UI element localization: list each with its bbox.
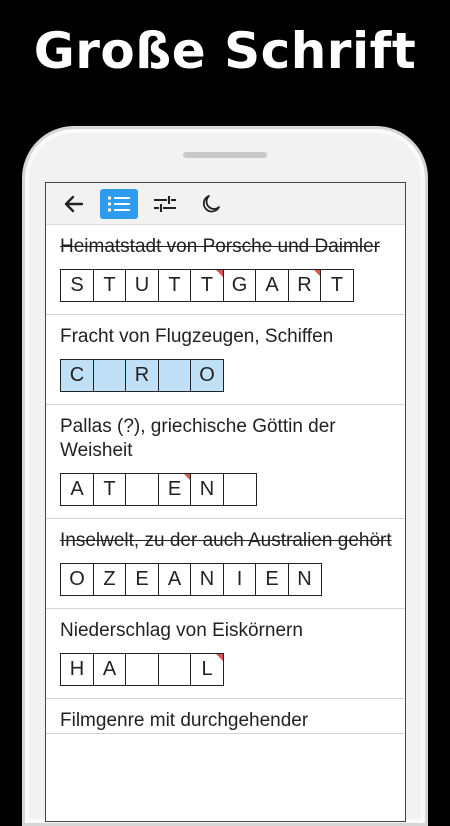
clue-item[interactable]: Niederschlag von Eiskörnern H A L [46, 609, 405, 699]
clue-item[interactable]: Heimatstadt von Porsche und Daimler S T U T T… [46, 225, 405, 315]
letter-cell[interactable]: Z [92, 563, 127, 596]
clue-item[interactable]: Inselwelt, zu der auch Australien gehört… [46, 519, 405, 609]
clue-item[interactable]: Filmgenre mit durchgehender [46, 699, 405, 734]
letter-cell[interactable] [157, 653, 192, 686]
letter-cell[interactable] [125, 473, 159, 506]
answer-cells: CRO [60, 359, 405, 392]
settings-button[interactable] [146, 189, 184, 219]
letter-cell[interactable] [92, 359, 127, 392]
letter-cell[interactable]: T [92, 269, 127, 302]
clue-text: Pallas (?), griechische Göttin der Weish… [60, 416, 336, 461]
clue-text: Niederschlag von Eiskörnern [60, 620, 303, 641]
sliders-icon [154, 195, 176, 212]
letter-cell[interactable]: I [222, 563, 257, 596]
app-screen: Heimatstadt von Porsche und Daimler S T U T T… [45, 182, 406, 822]
letter-cell[interactable]: N [190, 563, 224, 596]
letter-cell[interactable]: A [92, 653, 127, 686]
letter-cell[interactable] [157, 359, 192, 392]
letter-cell[interactable]: T [157, 269, 192, 302]
clue-list: Heimatstadt von Porsche und Daimler S T U T T… [46, 225, 405, 734]
clue-text: Fracht von Flugzeugen, Schiffen [60, 326, 334, 347]
arrow-left-icon [64, 195, 84, 212]
letter-cell[interactable]: N [190, 473, 224, 506]
clue-item[interactable]: Pallas (?), griechische Göttin der Weish… [46, 405, 405, 519]
letter-cell[interactable]: S [60, 269, 94, 302]
phone-speaker [183, 152, 267, 158]
letter-cell[interactable]: G [222, 269, 257, 302]
letter-cell[interactable]: T [190, 269, 224, 302]
letter-cell[interactable]: T [92, 473, 127, 506]
letter-cell[interactable]: T [320, 269, 354, 302]
answer-cells: STUTTGART [60, 269, 405, 302]
headline: Große Schrift [33, 22, 417, 80]
toolbar [46, 183, 405, 225]
list-icon [108, 196, 130, 211]
letter-cell[interactable]: A [255, 269, 289, 302]
letter-cell[interactable]: O [190, 359, 224, 392]
clue-text: Inselwelt, zu der auch Australien gehört [60, 530, 392, 551]
letter-cell[interactable]: R [125, 359, 159, 392]
back-button[interactable] [54, 189, 92, 219]
answer-cells: HA L [60, 653, 405, 686]
clue-text: Heimatstadt von Porsche und Daimler [60, 236, 380, 257]
letter-cell[interactable] [125, 653, 159, 686]
answer-cells: OZEANIEN [60, 563, 405, 596]
letter-cell[interactable]: C [60, 359, 94, 392]
letter-cell[interactable]: E [125, 563, 159, 596]
letter-cell[interactable] [222, 473, 257, 506]
list-view-button[interactable] [100, 188, 138, 219]
letter-cell[interactable]: L [190, 653, 224, 686]
letter-cell[interactable]: A [157, 563, 192, 596]
moon-icon [202, 194, 220, 212]
letter-cell[interactable]: U [125, 269, 159, 302]
clue-item[interactable]: Fracht von Flugzeugen, Schiffen C R O [46, 315, 405, 405]
letter-cell[interactable]: H [60, 653, 94, 686]
letter-cell[interactable]: R [287, 269, 322, 302]
night-mode-button[interactable] [192, 189, 230, 219]
letter-cell[interactable]: A [60, 473, 94, 506]
answer-cells: ATEN [60, 473, 405, 506]
letter-cell[interactable]: E [255, 563, 289, 596]
letter-cell[interactable]: E [157, 473, 192, 506]
clue-text: Filmgenre mit durchgehender [60, 710, 309, 731]
letter-cell[interactable]: O [60, 563, 94, 596]
letter-cell[interactable]: N [287, 563, 322, 596]
